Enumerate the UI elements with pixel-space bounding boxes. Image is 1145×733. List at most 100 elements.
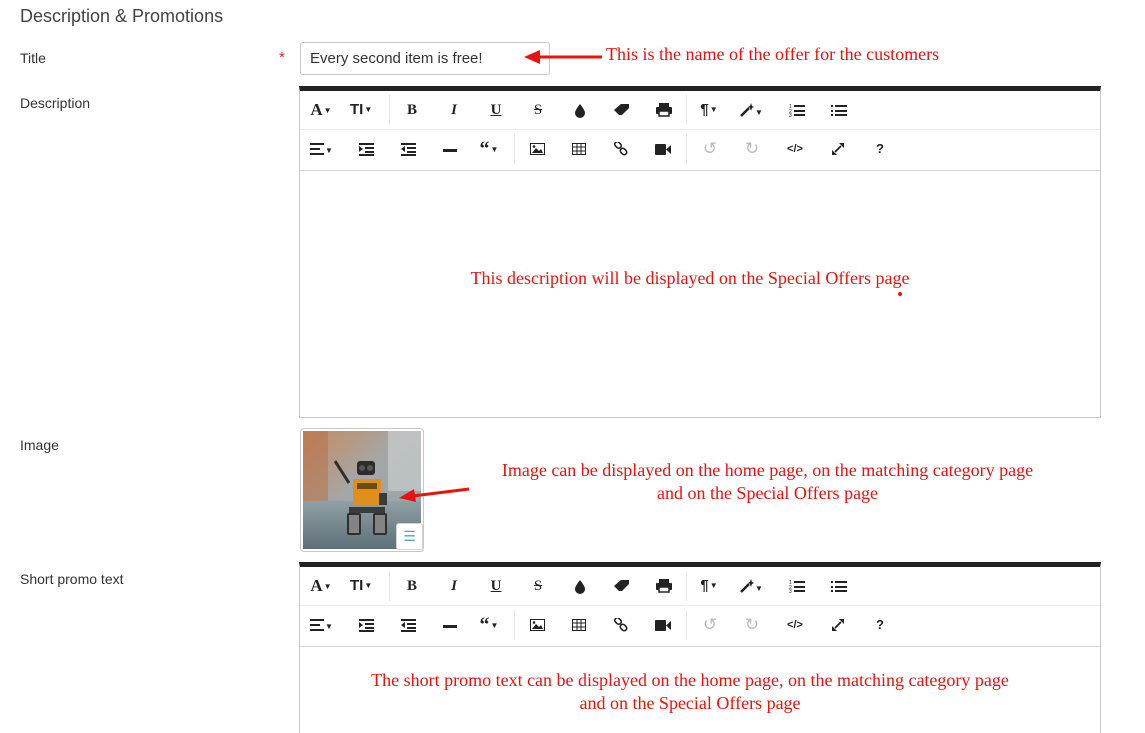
- italic-icon: I: [451, 578, 457, 594]
- blockquote-dropdown[interactable]: “▼: [478, 136, 500, 162]
- underline-button[interactable]: U: [485, 573, 507, 599]
- italic-button[interactable]: I: [443, 97, 465, 123]
- table-icon: [572, 619, 586, 631]
- color-drop-icon: [575, 104, 585, 118]
- insert-table-button[interactable]: [568, 136, 590, 162]
- title-annotation: This is the name of the offer for the cu…: [606, 44, 940, 64]
- eraser-button[interactable]: [611, 97, 633, 123]
- fullscreen-button[interactable]: [827, 612, 849, 638]
- underline-button[interactable]: U: [485, 97, 507, 123]
- red-arrow-icon: [524, 50, 602, 64]
- print-icon: [656, 579, 672, 593]
- italic-button[interactable]: I: [443, 573, 465, 599]
- redo-icon: ↻: [744, 139, 760, 158]
- outdent-icon: [400, 619, 416, 632]
- image-annotation: Image can be displayed on the home page,…: [460, 459, 1075, 505]
- promo-annotation-line2: and on the Special Offers page: [579, 693, 801, 713]
- horizontal-rule-button[interactable]: [439, 136, 461, 162]
- video-icon: [655, 144, 671, 155]
- ordered-list-button[interactable]: 123: [786, 97, 808, 123]
- outdent-icon: [400, 143, 416, 156]
- code-view-button[interactable]: </>: [784, 612, 806, 638]
- redo-button[interactable]: ↻: [741, 136, 763, 162]
- bold-button[interactable]: B: [401, 573, 423, 599]
- editor-toolbar: A▼ TƖ▼ B I U S ¶▼ ▼ 123 ▼ “▼ ↺ ↻ </> ?: [300, 91, 1100, 171]
- font-size-dropdown[interactable]: TƖ▼: [350, 573, 372, 599]
- italic-icon: I: [451, 102, 457, 118]
- indent-button[interactable]: [355, 612, 377, 638]
- image-icon: [529, 619, 545, 631]
- outdent-button[interactable]: [397, 136, 419, 162]
- help-button[interactable]: ?: [869, 136, 891, 162]
- font-dropdown[interactable]: A▼: [310, 97, 332, 123]
- print-button[interactable]: [653, 573, 675, 599]
- horizontal-rule-button[interactable]: [439, 612, 461, 638]
- ordered-list-button[interactable]: 123: [786, 573, 808, 599]
- description-annotation: This description will be displayed on th…: [470, 268, 910, 288]
- font-size-icon: TƖ: [350, 577, 364, 594]
- insert-table-button[interactable]: [568, 612, 590, 638]
- paragraph-dropdown[interactable]: ¶▼: [698, 97, 720, 123]
- paragraph-dropdown[interactable]: ¶▼: [698, 573, 720, 599]
- align-icon: [310, 619, 324, 631]
- underline-icon: U: [490, 578, 502, 594]
- strikethrough-button[interactable]: S: [527, 97, 549, 123]
- section-title: Description & Promotions: [20, 6, 224, 26]
- image-menu-button[interactable]: ☰: [396, 523, 423, 550]
- insert-video-button[interactable]: [652, 612, 674, 638]
- title-input[interactable]: [300, 42, 550, 75]
- help-button[interactable]: ?: [869, 612, 891, 638]
- align-dropdown[interactable]: ▼: [310, 136, 333, 162]
- font-dropdown[interactable]: A▼: [310, 573, 332, 599]
- bold-button[interactable]: B: [401, 97, 423, 123]
- annotation-dot: [898, 292, 902, 296]
- editor-toolbar: A▼ TƖ▼ B I U S ¶▼ ▼ 123 ▼ “▼ ↺ ↻ </> ?: [300, 567, 1100, 647]
- short-promo-label: Short promo text: [20, 571, 124, 587]
- font-size-dropdown[interactable]: TƖ▼: [350, 97, 372, 123]
- insert-image-button[interactable]: [526, 136, 548, 162]
- print-icon: [656, 103, 672, 117]
- bold-icon: B: [406, 102, 417, 118]
- insert-video-button[interactable]: [652, 136, 674, 162]
- font-size-icon: TƖ: [350, 101, 364, 118]
- color-button[interactable]: [569, 573, 591, 599]
- description-label: Description: [20, 95, 91, 111]
- color-drop-icon: [575, 580, 585, 594]
- code-view-icon: </>: [787, 619, 803, 631]
- strikethrough-icon: S: [533, 102, 543, 118]
- style-dropdown[interactable]: ▼: [740, 573, 763, 599]
- image-icon: [529, 143, 545, 155]
- redo-button[interactable]: ↻: [741, 612, 763, 638]
- blockquote-icon: “: [479, 138, 490, 160]
- print-button[interactable]: [653, 97, 675, 123]
- style-dropdown[interactable]: ▼: [740, 97, 763, 123]
- fullscreen-button[interactable]: [827, 136, 849, 162]
- indent-icon: [358, 143, 374, 156]
- eraser-button[interactable]: [611, 573, 633, 599]
- video-icon: [655, 620, 671, 631]
- blockquote-dropdown[interactable]: “▼: [478, 612, 500, 638]
- unordered-list-button[interactable]: [828, 97, 850, 123]
- ordered-list-icon: 123: [789, 104, 805, 119]
- font-icon: A: [310, 576, 323, 595]
- undo-button[interactable]: ↺: [699, 612, 721, 638]
- unordered-list-button[interactable]: [828, 573, 850, 599]
- link-icon: [613, 140, 628, 156]
- code-view-button[interactable]: </>: [784, 136, 806, 162]
- indent-button[interactable]: [355, 136, 377, 162]
- image-label: Image: [20, 437, 59, 453]
- strikethrough-button[interactable]: S: [527, 573, 549, 599]
- magic-wand-icon: [740, 103, 754, 117]
- image-annotation-line2: and on the Special Offers page: [656, 483, 879, 503]
- insert-link-button[interactable]: [610, 612, 632, 638]
- code-view-icon: </>: [787, 143, 803, 155]
- hamburger-menu-icon: ☰: [403, 528, 416, 544]
- undo-button[interactable]: ↺: [699, 136, 721, 162]
- outdent-button[interactable]: [397, 612, 419, 638]
- insert-image-button[interactable]: [526, 612, 548, 638]
- align-dropdown[interactable]: ▼: [310, 612, 333, 638]
- help-icon: ?: [876, 141, 884, 156]
- color-button[interactable]: [569, 97, 591, 123]
- description-edit-area[interactable]: [300, 172, 1100, 417]
- insert-link-button[interactable]: [610, 136, 632, 162]
